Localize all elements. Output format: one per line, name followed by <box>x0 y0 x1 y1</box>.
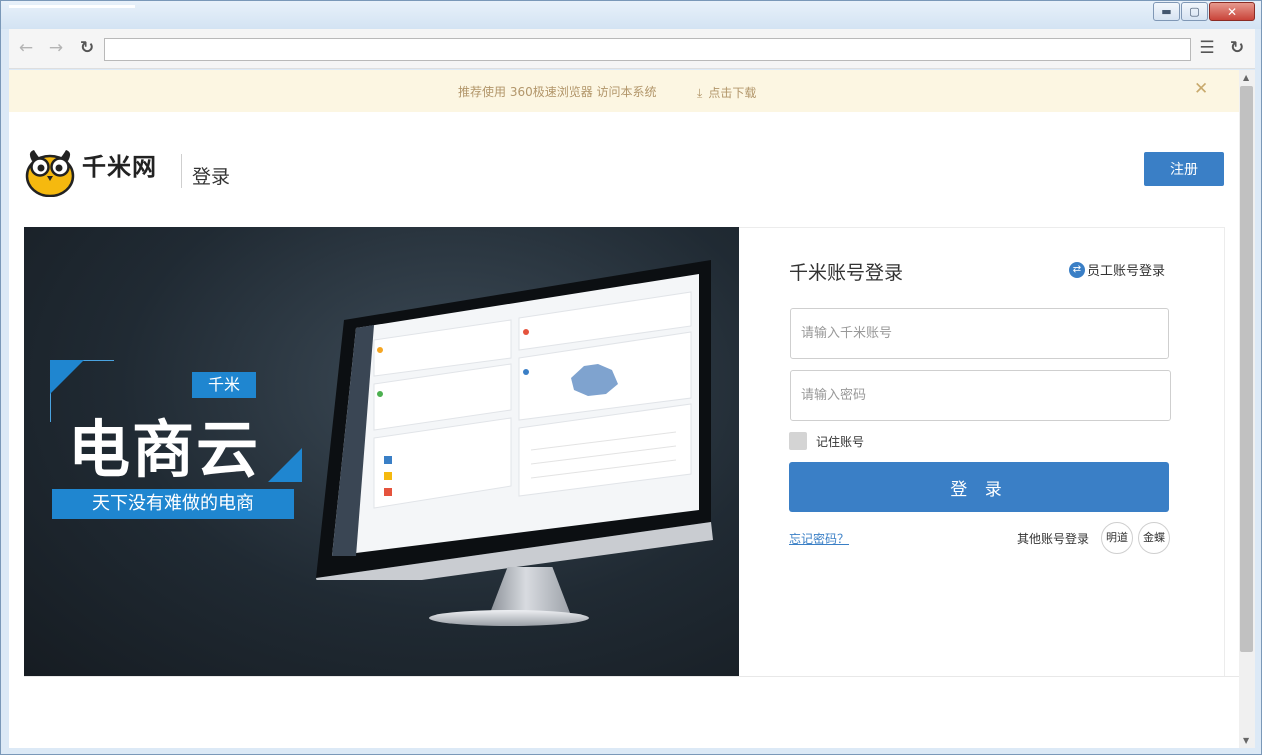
scroll-up-icon[interactable]: ▲ <box>1243 73 1249 82</box>
mingdao-login-button[interactable]: 明道 <box>1101 522 1133 554</box>
promo-banner: 千米 电商云 天下没有难做的电商 <box>24 227 739 677</box>
register-button[interactable]: 注册 <box>1144 152 1224 186</box>
banner-slogan: 天下没有难做的电商 <box>52 489 294 519</box>
banner-corner <box>50 360 84 394</box>
notice-bar: 推荐使用 360极速浏览器 访问本系统 ⤓ 点击下载 ✕ <box>9 70 1239 112</box>
back-arrow-icon[interactable]: ← <box>16 37 36 59</box>
close-icon[interactable]: ✕ <box>1194 79 1208 99</box>
forward-arrow-icon[interactable]: → <box>46 37 66 59</box>
page-viewport: 推荐使用 360极速浏览器 访问本系统 ⤓ 点击下载 ✕ 千米网 登录 注册 千… <box>9 70 1239 748</box>
scroll-down-icon[interactable]: ▼ <box>1243 736 1249 745</box>
page-title: 登录 <box>192 166 231 188</box>
monitor-base <box>429 610 589 626</box>
remember-label: 记住账号 <box>816 434 865 449</box>
browser-window: ▬ ▢ ✕ ← → ↻ ☰ ↻ 推荐使用 360极速浏览器 访问本系统 ⤓ 点击下… <box>0 0 1262 755</box>
download-icon: ⤓ <box>697 86 703 100</box>
vertical-scrollbar[interactable]: ▲ ▼ <box>1239 70 1255 748</box>
address-bar[interactable] <box>104 38 1191 61</box>
remember-account[interactable]: 记住账号 <box>789 432 864 450</box>
remember-checkbox[interactable] <box>789 432 807 450</box>
other-login-label: 其他账号登录 <box>1017 532 1090 546</box>
password-input[interactable] <box>790 370 1171 421</box>
maximize-button[interactable]: ▢ <box>1181 2 1208 21</box>
banner-headline: 电商云 <box>68 413 261 486</box>
banner-corner <box>268 448 302 482</box>
scroll-thumb[interactable] <box>1240 86 1253 652</box>
close-window-button[interactable]: ✕ <box>1209 2 1255 21</box>
swap-icon: ⇄ <box>1069 261 1085 278</box>
download-label: 点击下载 <box>708 86 757 100</box>
menu-icon[interactable]: ☰ <box>1196 37 1218 59</box>
login-panel: 千米账号登录 ⇄员工账号登录 记住账号 登 录 忘记密码？ 其他账号登录 明道 … <box>739 227 1225 677</box>
brand-name: 千米网 <box>82 153 157 181</box>
login-button[interactable]: 登 录 <box>789 462 1169 512</box>
forgot-password-link[interactable]: 忘记密码？ <box>789 530 849 547</box>
kingdee-login-button[interactable]: 金蝶 <box>1138 522 1170 554</box>
reload-icon[interactable]: ↻ <box>77 37 97 59</box>
header-divider <box>181 154 182 188</box>
notice-text: 推荐使用 360极速浏览器 访问本系统 <box>458 85 657 99</box>
owl-logo <box>25 150 75 197</box>
staff-login-link[interactable]: ⇄ 员工账号登录 <box>1069 260 1165 279</box>
download-link[interactable]: ⤓ 点击下载 <box>697 84 756 101</box>
browser-toolbar: ← → ↻ ☰ ↻ <box>9 29 1255 69</box>
title-bar: ▬ ▢ ✕ <box>1 1 1261 29</box>
staff-login-label: 员工账号登录 <box>1087 264 1166 279</box>
account-input[interactable] <box>790 308 1169 359</box>
title-progress <box>9 5 135 8</box>
monitor-illustration <box>316 260 713 580</box>
content-divider <box>24 676 1239 677</box>
reload-icon[interactable]: ↻ <box>1226 37 1248 59</box>
banner-tag: 千米 <box>192 372 256 398</box>
login-title: 千米账号登录 <box>789 262 904 284</box>
minimize-button[interactable]: ▬ <box>1153 2 1180 21</box>
